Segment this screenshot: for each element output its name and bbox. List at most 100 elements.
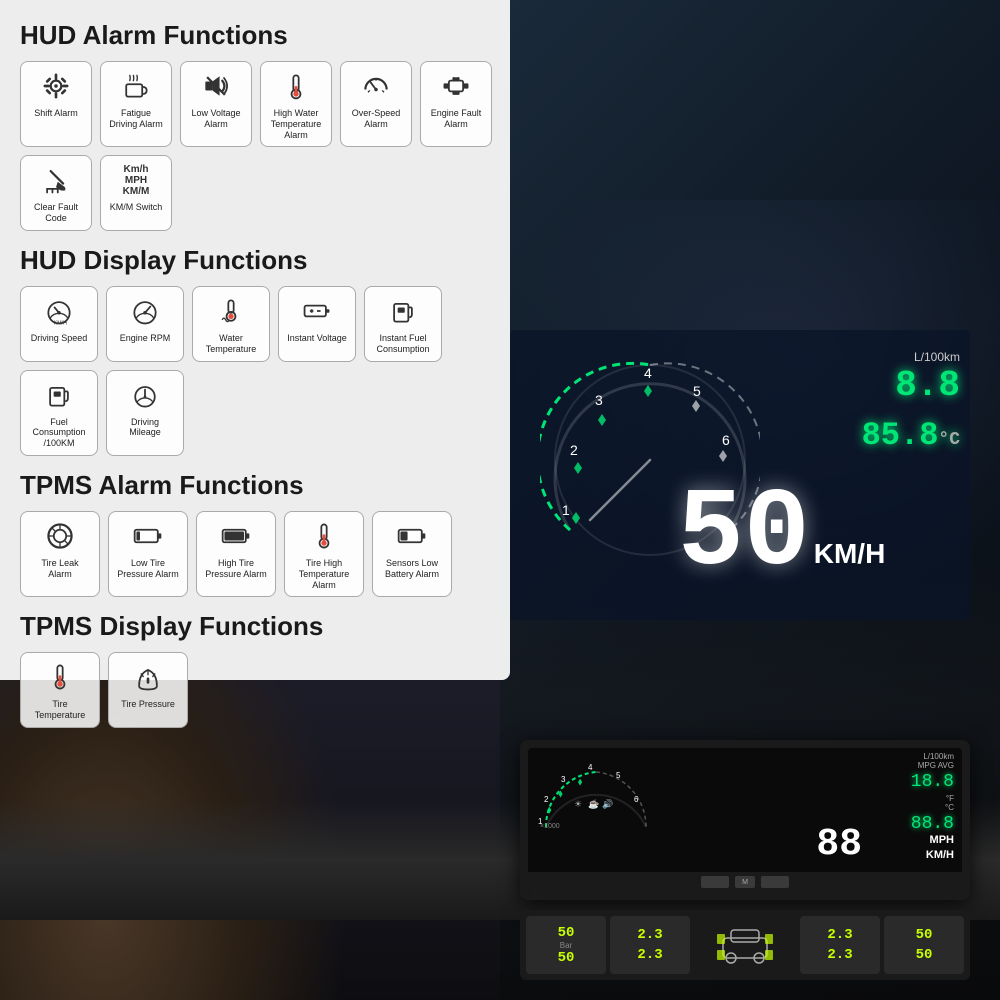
fuel-icon — [385, 293, 421, 329]
hud-display-title: HUD Display Functions — [20, 245, 510, 276]
engine-icon — [438, 68, 474, 104]
tpms-car-icon — [694, 916, 796, 974]
tpms-fr-bot: 2.3 — [637, 947, 662, 963]
feature-list-panel: HUD Alarm Functions Shift Alarm Fatigue … — [20, 20, 510, 732]
feature-engine-rpm: Engine RPM — [106, 286, 184, 362]
tpms-rl-top: 2.3 — [827, 927, 852, 943]
feature-high-tire-pressure: High Tire Pressure Alarm — [196, 511, 276, 597]
feature-shift-alarm: Shift Alarm — [20, 61, 92, 147]
fuel-label: L/100km — [914, 350, 960, 364]
device-btn-m[interactable]: M — [735, 876, 755, 888]
tpms-fl-bot: 50 — [558, 950, 575, 966]
speaker-icon — [198, 68, 234, 104]
hud-display-grid: KM/H Driving Speed Engine RPM Water Temp… — [20, 286, 510, 456]
tpms-cell-fr: 2.3 2.3 — [610, 916, 690, 974]
instant-fuel-label: Instant Fuel Consumption — [373, 333, 433, 355]
tpms-alarm-grid: Tire Leak Alarm Low Tire Pressure Alarm … — [20, 511, 510, 597]
kmh-switch-label: KM/M Switch — [110, 202, 163, 213]
feature-instant-voltage: Instant Voltage — [278, 286, 356, 362]
feature-kmh-switch: Km/hMPHKM/M KM/M Switch — [100, 155, 172, 231]
speed-unit: KM/H — [814, 538, 886, 570]
svg-text:4: 4 — [588, 763, 593, 772]
device-btn-3[interactable] — [761, 876, 789, 888]
tire-icon — [42, 518, 78, 554]
device-top-label2: °F°C — [945, 794, 954, 812]
device-readings: L/100kmMPG AVG 18.8 °F°C 88.8 — [911, 752, 954, 834]
svg-text:KM/H: KM/H — [54, 320, 67, 326]
device-bottom: 88 MPHKM/H — [528, 838, 962, 872]
thermometer3-icon — [42, 659, 78, 695]
tpms-fl-top: 50 — [558, 925, 575, 941]
feature-fuel-consumption: Fuel Consumption /100KM — [20, 370, 98, 456]
kmh-icon: Km/hMPHKM/M — [118, 162, 154, 198]
tpms-fl-label: Bar — [560, 941, 572, 950]
shift-alarm-label: Shift Alarm — [34, 108, 78, 119]
battery-sensor-icon — [394, 518, 430, 554]
feature-driving-mileage: Driving Mileage — [106, 370, 184, 456]
tpms-display-grid: Tire Temperature Tire Pressure — [20, 652, 510, 728]
feature-low-voltage: Low Voltage Alarm — [180, 61, 252, 147]
svg-text:6: 6 — [634, 795, 639, 804]
svg-text:☕: ☕ — [588, 798, 599, 809]
feature-tire-leak: Tire Leak Alarm — [20, 511, 100, 597]
low-voltage-label: Low Voltage Alarm — [189, 108, 243, 130]
gear-icon — [38, 68, 74, 104]
water-temp-icon — [213, 293, 249, 329]
pressure-icon — [130, 659, 166, 695]
tire-leak-label: Tire Leak Alarm — [29, 558, 91, 580]
coffee-icon — [118, 68, 154, 104]
speedometer-icon — [358, 68, 394, 104]
rpm-icon — [127, 293, 163, 329]
svg-text:6: 6 — [722, 432, 730, 448]
hud-projection-area: 1 2 3 4 5 6 50 KM/H L/ — [510, 330, 970, 620]
feature-engine-fault: Engine Fault Alarm — [420, 61, 492, 147]
tire-temperature-label: Tire Temperature — [29, 699, 91, 721]
battery-plus-icon — [299, 293, 335, 329]
fuel-value: 8.8 — [895, 368, 960, 404]
svg-text:2: 2 — [570, 442, 578, 458]
device-top-label1: L/100kmMPG AVG — [918, 752, 954, 770]
water-temp-label: Water Temperature — [201, 333, 261, 355]
device-val2: 88.8 — [911, 814, 954, 834]
tpms-fr-top: 2.3 — [637, 927, 662, 943]
device-val1: 18.8 — [911, 772, 954, 792]
speed-value: 50 — [678, 480, 810, 590]
high-water-temp-label: High Water Temperature Alarm — [269, 108, 323, 140]
driving-mileage-label: Driving Mileage — [115, 417, 175, 439]
device-btn-1[interactable] — [701, 876, 729, 888]
feature-tire-pressure: Tire Pressure — [108, 652, 188, 728]
speedometer2-icon: KM/H — [41, 293, 77, 329]
feature-instant-fuel: Instant Fuel Consumption — [364, 286, 442, 362]
instant-voltage-label: Instant Voltage — [287, 333, 347, 344]
odometer-icon — [127, 377, 163, 413]
driving-speed-label: Driving Speed — [31, 333, 88, 344]
svg-text:🔊: 🔊 — [602, 798, 613, 810]
feature-over-speed: Over-Speed Alarm — [340, 61, 412, 147]
tpms-rr-top: 50 — [916, 927, 933, 943]
hud-alarm-grid: Shift Alarm Fatigue Driving Alarm Low Vo… — [20, 61, 510, 231]
device-top-row: 1 2 3 4 5 6 ☀ ☕ 🔊 ×1000 ×1000 L/100kmMPG… — [528, 748, 962, 838]
svg-text:3: 3 — [561, 775, 566, 784]
over-speed-label: Over-Speed Alarm — [349, 108, 403, 130]
tpms-cell-rr: 50 50 — [884, 916, 964, 974]
feature-clear-fault: Clear Fault Code — [20, 155, 92, 231]
fuel2-icon — [41, 377, 77, 413]
high-tire-pressure-label: High Tire Pressure Alarm — [205, 558, 267, 580]
tpms-cell-rl: 2.3 2.3 — [800, 916, 880, 974]
tpms-bottom-display: 50 Bar 50 2.3 2.3 2.3 2.3 50 50 — [520, 910, 970, 980]
thermometer-icon — [278, 68, 314, 104]
tpms-display-title: TPMS Display Functions — [20, 611, 510, 642]
feature-low-tire-pressure: Low Tire Pressure Alarm — [108, 511, 188, 597]
device-gauge: 1 2 3 4 5 6 ☀ ☕ 🔊 ×1000 ×1000 — [536, 752, 656, 832]
thermometer2-icon — [306, 518, 342, 554]
clear-fault-label: Clear Fault Code — [29, 202, 83, 224]
tire-high-temp-label: Tire High Temperature Alarm — [293, 558, 355, 590]
broom-icon — [38, 162, 74, 198]
device-speed: 88 — [816, 823, 862, 866]
battery-low-icon — [130, 518, 166, 554]
temp-value: 85.8°C — [862, 420, 960, 452]
tpms-rr-bot: 50 — [916, 947, 933, 963]
tpms-rl-bot: 2.3 — [827, 947, 852, 963]
device-speed-unit: MPHKM/H — [926, 833, 954, 862]
fuel-consumption-label: Fuel Consumption /100KM — [29, 417, 89, 449]
